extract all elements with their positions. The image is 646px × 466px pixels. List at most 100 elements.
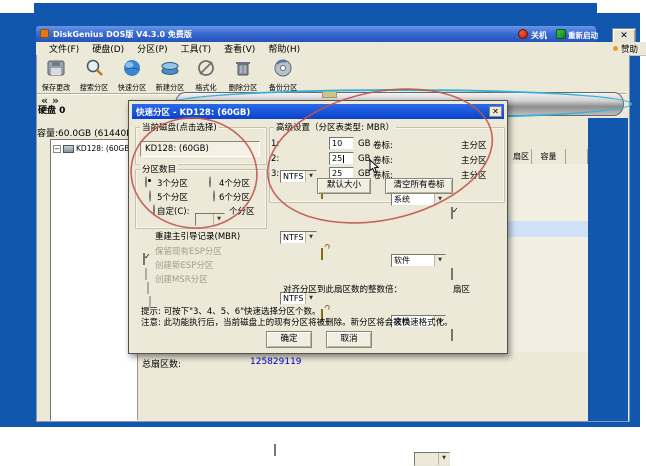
- current-disk-field[interactable]: KD128: (60GB): [140, 141, 260, 157]
- menu-help[interactable]: 帮助(H): [268, 42, 300, 55]
- save-icon: [45, 60, 67, 81]
- format-icon: [195, 60, 217, 81]
- desktop-background-top: [34, 3, 597, 13]
- radio-custom-count-label[interactable]: 自定(C):: [157, 205, 189, 217]
- row2-primary-checkbox[interactable]: [451, 268, 453, 280]
- sponsor-icon: [612, 46, 618, 51]
- backup-disc-icon: [272, 59, 294, 81]
- row2-filesystem-value: NTFS: [283, 233, 304, 242]
- chevron-down-icon[interactable]: ▼: [305, 171, 316, 182]
- align-sectors-checkbox[interactable]: [274, 444, 276, 456]
- menu-disk[interactable]: 硬盘(D): [92, 42, 124, 55]
- screenshot-root: { "colors": { "desktop": "#1157ad", "ann…: [0, 0, 646, 466]
- list-column-header: 扇区 容量: [506, 149, 588, 165]
- menu-file[interactable]: 文件(F): [49, 42, 79, 55]
- row2-size-value: 25: [332, 154, 343, 163]
- radio-6-partitions[interactable]: [213, 190, 215, 202]
- menu-partition[interactable]: 分区(P): [137, 42, 167, 55]
- disk-icon: [63, 144, 74, 153]
- cancel-button[interactable]: 取消: [326, 331, 372, 348]
- row1-size-input[interactable]: 10: [329, 137, 354, 150]
- tree-item-disk[interactable]: − KD128: (60GB): [53, 144, 137, 153]
- current-disk-value: KD128: (60GB): [145, 144, 209, 154]
- dialog-tip-2: 注意: 此功能执行后，当前磁盘上的现有分区将被删除。新分区将会被快速格式化。: [141, 318, 453, 328]
- keep-esp-checkbox: [145, 268, 147, 280]
- current-disk-group-label: 当前磁盘(点击选择): [140, 121, 219, 133]
- row1-primary-label[interactable]: 主分区: [461, 139, 487, 151]
- row3-index: 3:: [271, 169, 280, 179]
- shutdown-icon: [518, 29, 528, 39]
- align-sectors-suffix: 扇区: [453, 285, 471, 295]
- column-capacity[interactable]: 容量: [532, 149, 566, 164]
- row2-volume-combobox[interactable]: 软件 ▼: [391, 254, 446, 267]
- keep-esp-label: 保留现有ESP分区: [155, 247, 222, 257]
- menu-view[interactable]: 查看(V): [224, 42, 255, 55]
- row1-volume-value: 系统: [394, 195, 410, 204]
- row3-primary-label[interactable]: 主分区: [461, 169, 487, 181]
- row2-primary-label[interactable]: 主分区: [461, 154, 487, 166]
- radio-5-partitions-label[interactable]: 5个分区: [157, 191, 188, 203]
- row2-filesystem-combobox[interactable]: NTFS ▼: [280, 231, 317, 244]
- radio-3-partitions-label[interactable]: 3个分区: [157, 177, 188, 189]
- toolbar-new-partition-button[interactable]: 新建分区: [151, 58, 189, 93]
- tree-expand-icon[interactable]: −: [53, 144, 61, 153]
- radio-5-partitions[interactable]: [149, 190, 151, 202]
- default-size-button[interactable]: 默认大小: [317, 178, 371, 194]
- create-msr-label: 创建MSR分区: [155, 275, 208, 285]
- row3-filesystem-value: NTFS: [283, 294, 304, 303]
- dialog-title: 快速分区 - KD128: (60GB): [136, 107, 251, 118]
- app-icon: [40, 29, 49, 38]
- rebuild-mbr-checkbox[interactable]: [143, 253, 145, 265]
- total-sectors-label: 总扇区数:: [142, 360, 182, 370]
- search-icon: [83, 59, 105, 81]
- radio-4-partitions[interactable]: [209, 176, 211, 188]
- advanced-settings-group-label: 高级设置（分区表类型: MBR）: [274, 121, 397, 133]
- row1-filesystem-combobox[interactable]: NTFS ▼: [280, 170, 317, 183]
- app-titlebar[interactable]: DiskGenius DOS版 V4.3.0 免费版 关机 重新启动: [36, 26, 598, 42]
- toolbar-backup-partition-button[interactable]: 备份分区: [263, 58, 303, 93]
- row1-volume-combobox[interactable]: 系统 ▼: [391, 193, 446, 206]
- clear-labels-button[interactable]: 清空所有卷标: [385, 178, 453, 194]
- create-esp-checkbox: [147, 282, 149, 294]
- partition-list-area[interactable]: [506, 164, 588, 352]
- row1-primary-checkbox[interactable]: [451, 207, 453, 219]
- chevron-down-icon: ▼: [438, 453, 449, 465]
- shutdown-button[interactable]: 关机: [531, 30, 547, 41]
- trash-icon: [232, 62, 254, 81]
- disk-tree-panel: − KD128: (60GB): [50, 139, 138, 421]
- row1-size-value: 10: [332, 139, 343, 148]
- chevron-down-icon[interactable]: ▼: [434, 255, 445, 266]
- chevron-down-icon[interactable]: ▼: [305, 232, 316, 243]
- row2-index: 2:: [271, 154, 280, 164]
- chevron-down-icon[interactable]: ▼: [434, 194, 445, 205]
- row3-size-value: 25: [332, 169, 343, 178]
- toolbar-search-partition-button[interactable]: 搜索分区: [75, 58, 113, 93]
- toolbar-delete-partition-button[interactable]: 删除分区: [223, 58, 263, 93]
- dialog-close-button[interactable]: ✕: [489, 106, 502, 117]
- row1-filesystem-value: NTFS: [283, 172, 304, 181]
- radio-6-partitions-label[interactable]: 6个分区: [219, 191, 250, 203]
- column-extra: [566, 149, 588, 164]
- ok-button[interactable]: 确定: [266, 331, 312, 348]
- column-sector[interactable]: 扇区: [506, 149, 532, 164]
- dialog-titlebar[interactable]: 快速分区 - KD128: (60GB) ✕: [132, 104, 504, 119]
- menu-tools[interactable]: 工具(T): [181, 42, 212, 55]
- disk-label: 硬盘 0: [38, 106, 66, 116]
- row2-size-input[interactable]: 25: [329, 152, 354, 165]
- row1-unit: GB: [358, 139, 371, 149]
- text-caret: [343, 154, 345, 163]
- chevron-down-icon: ▼: [213, 214, 224, 225]
- radio-3-partitions[interactable]: [145, 176, 147, 188]
- toolbar-format-button[interactable]: 格式化: [189, 58, 223, 93]
- align-sectors-label[interactable]: 对齐分区到此扇区数的整数倍：: [283, 283, 402, 295]
- partition-count-group-label: 分区数目: [140, 163, 179, 175]
- radio-4-partitions-label[interactable]: 4个分区: [219, 177, 250, 189]
- toolbar-quick-partition-button[interactable]: 快速分区: [113, 58, 151, 93]
- menu-sponsor[interactable]: 赞助: [621, 43, 638, 55]
- row3-primary-checkbox[interactable]: [451, 329, 453, 341]
- toolbar-save-button[interactable]: 保存更改: [37, 58, 75, 93]
- radio-custom-count[interactable]: [153, 204, 155, 216]
- rebuild-mbr-label[interactable]: 重建主引导记录(MBR): [155, 230, 240, 242]
- row2-unlock-icon[interactable]: [321, 248, 323, 260]
- restart-button[interactable]: 重新启动: [568, 30, 598, 41]
